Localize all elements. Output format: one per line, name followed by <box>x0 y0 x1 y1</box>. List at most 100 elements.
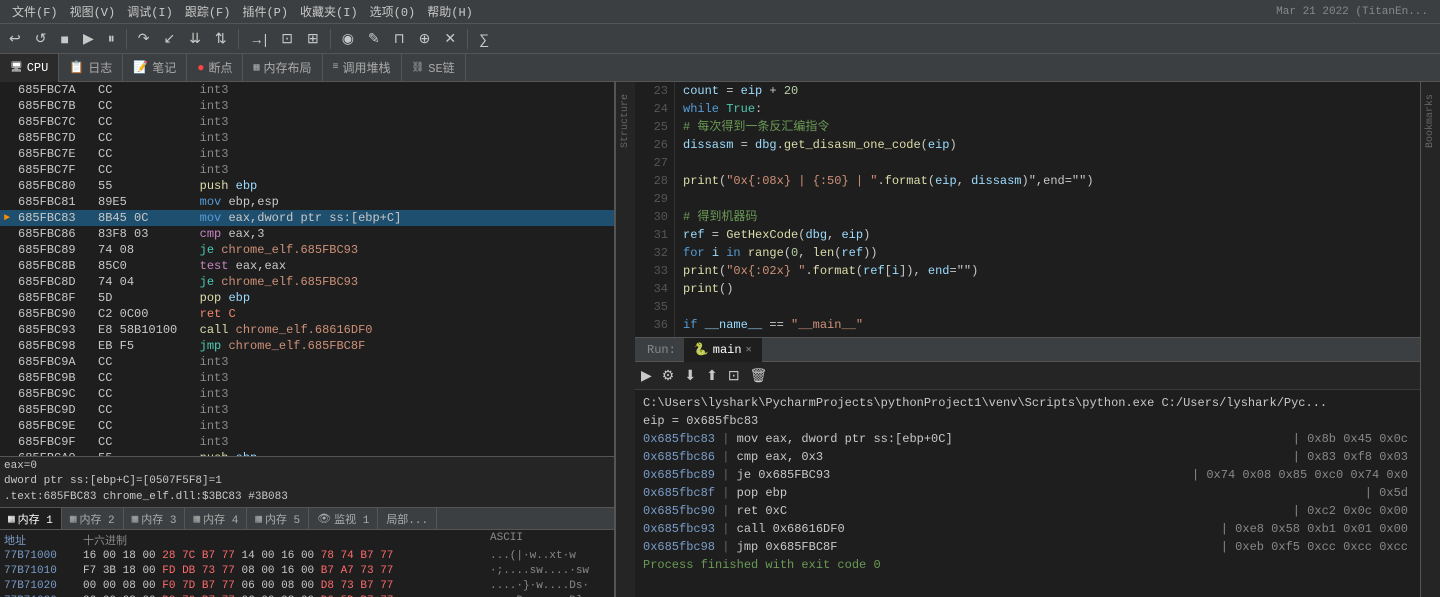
code-content[interactable]: count = eip + 20 while True: # 每次得到一条反汇编… <box>675 82 1420 337</box>
memory-tab-4[interactable]: ▦ 内存 4 <box>185 508 247 529</box>
line-number: 31 <box>641 226 668 244</box>
table-row[interactable]: 685FBC90C2 0C00ret C <box>0 306 614 322</box>
menu-help[interactable]: 帮助(H) <box>421 3 479 20</box>
memory-tab-local[interactable]: 局部... <box>378 508 437 529</box>
run-settings-btn[interactable]: ⚙ <box>660 365 677 386</box>
memory-tab-3[interactable]: ▦ 内存 3 <box>124 508 186 529</box>
menu-favorites[interactable]: 收藏夹(I) <box>294 3 364 20</box>
call-stack-icon: ≡ <box>333 62 339 73</box>
run-clear-btn[interactable]: 🗑 <box>748 365 770 386</box>
tab-memory-layout-label: 内存布局 <box>264 59 312 76</box>
toolbar-goto[interactable]: →| <box>245 29 273 49</box>
code-line[interactable]: count = eip + 20 <box>683 82 1412 100</box>
toolbar-forward[interactable]: ↺ <box>30 28 52 49</box>
tab-cpu[interactable]: 🖥 CPU <box>0 54 59 82</box>
toolbar-step-into[interactable]: ↷ <box>133 28 155 49</box>
table-row[interactable]: 685FBC7BCCint3 <box>0 98 614 114</box>
table-row[interactable]: 685FBC8974 08je chrome_elf.685FBC93 <box>0 242 614 258</box>
tab-memory-layout[interactable]: ▦ 内存布局 <box>243 54 322 82</box>
toolbar-bp[interactable]: ◉ <box>337 28 359 49</box>
memory-row[interactable]: 77B71010F7 3B 18 00 FD DB 73 77 08 00 16… <box>4 563 610 578</box>
table-row[interactable]: 685FBC7ECCint3 <box>0 146 614 162</box>
tab-notes[interactable]: 📝 笔记 <box>123 54 187 82</box>
table-row[interactable]: 685FBC98EB F5jmp chrome_elf.685FBC8F <box>0 338 614 354</box>
memory-tab-watch1[interactable]: 👁 监视 1 <box>309 508 378 529</box>
menu-plugin[interactable]: 插件(P) <box>236 3 294 20</box>
memory-layout-icon: ▦ <box>253 62 259 74</box>
run-play-btn[interactable]: ▶ <box>639 365 654 386</box>
table-row[interactable]: 685FBC7DCCint3 <box>0 130 614 146</box>
run-tab-close-icon[interactable]: ✕ <box>746 344 752 356</box>
toolbar-run[interactable]: ▶ <box>78 28 99 49</box>
table-row[interactable]: 685FBC8F5Dpop ebp <box>0 290 614 306</box>
table-row[interactable]: 685FBC9DCCint3 <box>0 402 614 418</box>
memory-row[interactable]: 77B7102000 00 08 00 F0 7D B7 77 06 00 08… <box>4 578 610 593</box>
memory-row[interactable]: 77B7100016 00 18 00 28 7C B7 77 14 00 16… <box>4 548 610 563</box>
breakpoints-dot: ● <box>197 61 204 75</box>
tab-seh[interactable]: ⛓ SE链 <box>402 54 466 82</box>
toolbar-patch[interactable]: ⊞ <box>302 28 324 49</box>
table-row[interactable]: 685FBC9CCCint3 <box>0 386 614 402</box>
toolbar-exec-till[interactable]: ⇅ <box>210 28 232 49</box>
run-scroll-btn[interactable]: ⊡ <box>726 365 742 386</box>
code-line[interactable] <box>683 190 1412 208</box>
menu-view[interactable]: 视图(V) <box>64 3 122 20</box>
code-line[interactable]: dissasm = dbg.get_disasm_one_code(eip) <box>683 136 1412 154</box>
code-line[interactable]: if __name__ == "__main__" <box>683 316 1412 334</box>
table-row[interactable]: ►685FBC838B45 0Cmov eax,dword ptr ss:[eb… <box>0 210 614 226</box>
table-row[interactable]: 685FBC8D74 04je chrome_elf.685FBC93 <box>0 274 614 290</box>
memory-row[interactable]: 77B7103006 00 08 00 D9 70 B7 77 06 00 08… <box>4 593 610 597</box>
table-row[interactable]: 685FBC93E8 58B10100call chrome_elf.68616… <box>0 322 614 338</box>
table-row[interactable]: 685FBC8683F8 03cmp eax,3 <box>0 226 614 242</box>
run-output-row: 0x685fbc98 | jmp 0x685FBC8F| 0xeb 0xf5 0… <box>643 538 1412 556</box>
table-row[interactable]: 685FBC7FCCint3 <box>0 162 614 178</box>
menu-file[interactable]: 文件(F) <box>6 3 64 20</box>
table-row[interactable]: 685FBC8055push ebp <box>0 178 614 194</box>
code-line[interactable]: ref = GetHexCode(dbg, eip) <box>683 226 1412 244</box>
code-line[interactable]: print() <box>683 280 1412 298</box>
run-filter-btn[interactable]: ⬆ <box>704 365 720 386</box>
table-row[interactable]: 685FBC9BCCint3 <box>0 370 614 386</box>
toolbar-pause[interactable]: ⏸ <box>103 28 120 49</box>
run-tab-main[interactable]: 🐍 main ✕ <box>684 338 762 362</box>
toolbar-step-over[interactable]: ↙ <box>158 28 180 49</box>
table-row[interactable]: 685FBC8189E5mov ebp,esp <box>0 194 614 210</box>
memory-tab-5[interactable]: ▦ 内存 5 <box>247 508 309 529</box>
memory-tab-1[interactable]: ▦ 内存 1 <box>0 508 62 529</box>
toolbar-add[interactable]: ⊕ <box>414 28 436 49</box>
toolbar-back[interactable]: ↩ <box>4 28 26 49</box>
table-row[interactable]: 685FBC7CCCint3 <box>0 114 614 130</box>
toolbar-search[interactable]: ⊡ <box>276 28 298 49</box>
code-line[interactable] <box>683 298 1412 316</box>
table-row[interactable]: 685FBC8B85C0test eax,eax <box>0 258 614 274</box>
toolbar-stop[interactable]: ■ <box>55 29 73 49</box>
editor-area[interactable]: 2324252627282930313233343536 count = eip… <box>635 82 1420 337</box>
toolbar-step-out[interactable]: ⇊ <box>184 28 206 49</box>
toolbar-close[interactable]: ✕ <box>439 28 461 49</box>
code-line[interactable]: while True: <box>683 100 1412 118</box>
table-row[interactable]: 685FBC9ACCint3 <box>0 354 614 370</box>
code-line[interactable]: print("0x{:08x} | {:50} | ".format(eip, … <box>683 172 1412 190</box>
run-tabs: Run: 🐍 main ✕ <box>635 338 1420 362</box>
code-line[interactable]: print("0x{:02x} ".format(ref[i]), end=""… <box>683 262 1412 280</box>
table-row[interactable]: 685FBC9ECCint3 <box>0 418 614 434</box>
tab-call-stack[interactable]: ≡ 调用堆栈 <box>323 54 402 82</box>
code-line[interactable]: for i in range(0, len(ref)) <box>683 244 1412 262</box>
code-line[interactable] <box>683 154 1412 172</box>
menu-debug[interactable]: 调试(I) <box>121 3 179 20</box>
main-content: 685FBC7ACCint3685FBC7BCCint3685FBC7CCCin… <box>0 82 1440 597</box>
menu-trace[interactable]: 跟踪(F) <box>179 3 237 20</box>
run-step-btn[interactable]: ⬇ <box>682 365 698 386</box>
code-line[interactable]: # 得到机器码 <box>683 208 1412 226</box>
code-line[interactable]: # 每次得到一条反汇编指令 <box>683 118 1412 136</box>
tab-log[interactable]: 📋 日志 <box>59 54 123 82</box>
memory-tab-2[interactable]: ▦ 内存 2 <box>62 508 124 529</box>
toolbar-sum[interactable]: ∑ <box>474 29 494 49</box>
menu-options[interactable]: 选项(0) <box>364 3 422 20</box>
disasm-area[interactable]: 685FBC7ACCint3685FBC7BCCint3685FBC7CCCin… <box>0 82 614 456</box>
toolbar-edit[interactable]: ✎ <box>363 28 385 49</box>
tab-breakpoints[interactable]: ● 断点 <box>187 54 243 82</box>
table-row[interactable]: 685FBC9FCCint3 <box>0 434 614 450</box>
table-row[interactable]: 685FBC7ACCint3 <box>0 82 614 98</box>
toolbar-mem[interactable]: ⊓ <box>389 28 410 49</box>
